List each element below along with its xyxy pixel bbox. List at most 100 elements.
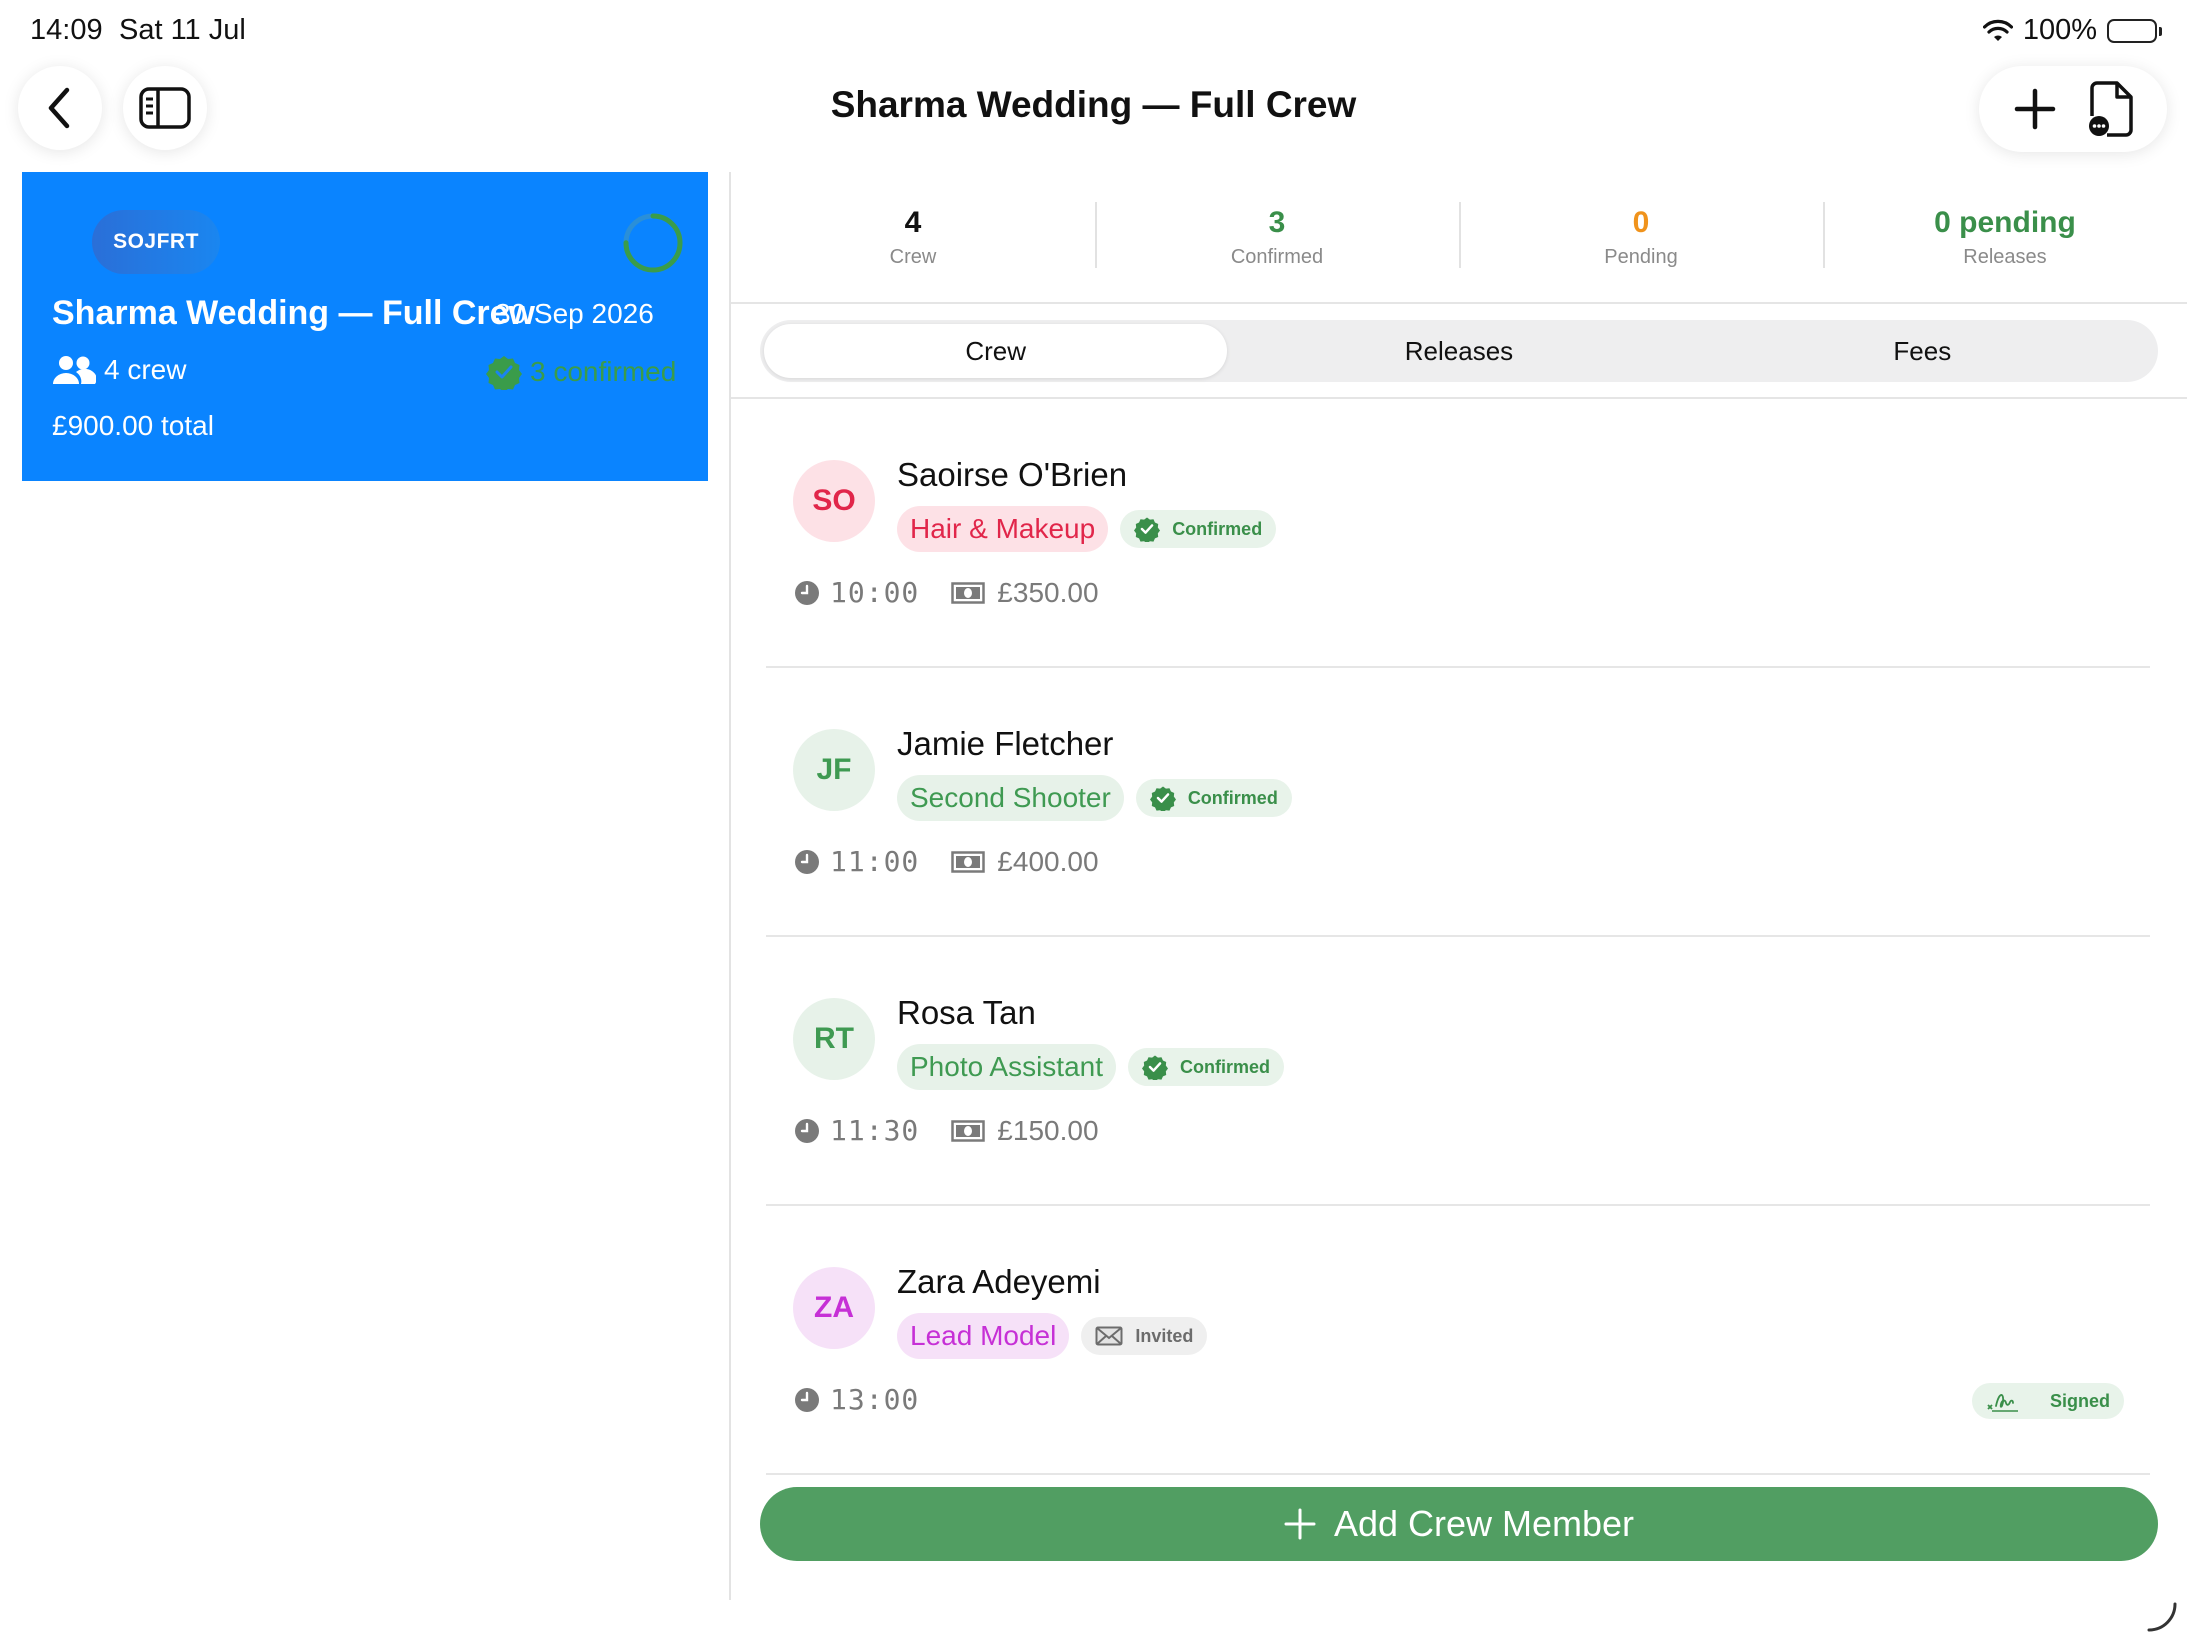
stat-value: 3 xyxy=(1268,205,1286,239)
stat-crew: 4 Crew xyxy=(731,172,1095,302)
status-badge-label: Confirmed xyxy=(1187,787,1278,808)
section-tabs: Crew Releases Fees xyxy=(760,320,2158,382)
add-crew-member-label: Add Crew Member xyxy=(1333,1503,1635,1544)
call-time: 11:30 xyxy=(830,1114,920,1147)
tab-releases[interactable]: Releases xyxy=(1227,324,1690,378)
stat-label: Pending xyxy=(1604,245,1678,268)
tab-fees[interactable]: Fees xyxy=(1691,324,2154,378)
status-badge: Confirmed xyxy=(1135,779,1292,817)
avatar: JF xyxy=(793,729,875,811)
crew-row[interactable]: ZA Zara Adeyemi Lead Model Invited 13:00… xyxy=(766,1207,2150,1475)
confirmation-progress-ring xyxy=(622,212,684,274)
signature-icon xyxy=(1986,1388,2020,1414)
crew-name: Zara Adeyemi xyxy=(897,1263,1101,1300)
split-divider xyxy=(729,172,731,1600)
add-crew-member-button[interactable]: Add Crew Member xyxy=(760,1487,2158,1561)
stat-label: Releases xyxy=(1963,245,2047,268)
event-crew-count: 4 crew xyxy=(52,354,186,386)
clock-icon xyxy=(794,849,820,875)
avatar: SO xyxy=(793,460,875,542)
crew-name: Saoirse O'Brien xyxy=(897,456,1128,493)
crew-tags: Lead Model Invited xyxy=(897,1313,1208,1359)
avatar: ZA xyxy=(793,1267,875,1349)
event-total: £900.00 total xyxy=(52,410,214,441)
stat-label: Crew xyxy=(889,245,937,268)
envelope-icon xyxy=(1095,1326,1123,1346)
status-badge-label: Confirmed xyxy=(1180,1056,1271,1077)
stat-pending: 0 Pending xyxy=(1459,172,1823,302)
crew-initials-badge: SOJFRT xyxy=(92,210,220,274)
avatar: RT xyxy=(793,998,875,1080)
release-status-label: Signed xyxy=(2049,1390,2110,1411)
tab-crew[interactable]: Crew xyxy=(764,324,1228,378)
crew-tags: Photo Assistant Confirmed xyxy=(897,1044,1285,1090)
stat-value: 0 xyxy=(1632,205,1650,239)
stat-value: 4 xyxy=(904,205,922,239)
plus-icon xyxy=(1284,1508,1316,1540)
banknote-icon xyxy=(951,850,986,873)
crew-row[interactable]: JF Jamie Fletcher Second Shooter Confirm… xyxy=(766,669,2150,937)
verified-badge-icon xyxy=(1149,785,1176,811)
stat-label: Confirmed xyxy=(1230,245,1324,268)
event-date: 30 Sep 2026 xyxy=(495,298,654,329)
status-badge: Confirmed xyxy=(1120,510,1277,548)
status-badge-label: Confirmed xyxy=(1172,518,1263,539)
crew-meta: 11:30 £150.00 xyxy=(794,1114,1099,1147)
status-indicators: 100% xyxy=(1982,14,2162,47)
status-badge: Invited xyxy=(1081,1317,1208,1355)
call-time: 10:00 xyxy=(830,576,920,609)
crew-fee: £350.00 xyxy=(997,576,1099,608)
clock-icon xyxy=(794,580,820,606)
crew-fee: £150.00 xyxy=(997,1114,1099,1146)
stat-value: 0 pending xyxy=(1934,205,2076,239)
crew-row[interactable]: RT Rosa Tan Photo Assistant Confirmed 11… xyxy=(766,938,2150,1206)
battery-percent: 100% xyxy=(2022,14,2097,46)
event-card-selected[interactable]: SOJFRT Sharma Wedding — Full Crew 30 Sep… xyxy=(22,172,708,481)
status-badge: Confirmed xyxy=(1128,1048,1285,1086)
clock-icon xyxy=(794,1118,820,1144)
crew-tags: Hair & Makeup Confirmed xyxy=(897,506,1277,552)
event-confirmed-label: 3 confirmed xyxy=(530,356,677,387)
crew-meta: 13:00 xyxy=(794,1383,919,1416)
status-date: Sat 11 Jul xyxy=(119,14,246,46)
call-time: 11:00 xyxy=(830,845,920,878)
add-button[interactable] xyxy=(2005,79,2065,139)
status-badge-label: Invited xyxy=(1135,1325,1194,1346)
event-crew-label: 4 crew xyxy=(104,354,187,385)
people-icon xyxy=(52,354,96,386)
role-tag: Second Shooter xyxy=(897,775,1124,821)
event-title: Sharma Wedding — Full Crew xyxy=(52,294,535,332)
event-confirmed-count: 3 confirmed xyxy=(486,354,676,390)
status-time: 14:09 xyxy=(30,14,103,46)
stat-releases: 0 pending Releases xyxy=(1823,172,2187,302)
crew-row[interactable]: SO Saoirse O'Brien Hair & Makeup Confirm… xyxy=(766,400,2150,668)
call-time: 13:00 xyxy=(830,1383,920,1416)
crew-meta: 11:00 £400.00 xyxy=(794,845,1099,878)
verified-badge-icon xyxy=(1142,1054,1169,1080)
release-status-badge: Signed xyxy=(1971,1383,2124,1419)
banknote-icon xyxy=(951,581,986,604)
crew-tags: Second Shooter Confirmed xyxy=(897,775,1292,821)
stats-divider xyxy=(731,302,2187,304)
crew-name: Jamie Fletcher xyxy=(897,725,1114,762)
toolbar-actions xyxy=(1979,66,2167,152)
role-tag: Lead Model xyxy=(897,1313,1070,1359)
clock-icon xyxy=(794,1387,820,1413)
crew-name: Rosa Tan xyxy=(897,994,1036,1031)
crew-meta: 10:00 £350.00 xyxy=(794,576,1099,609)
role-tag: Hair & Makeup xyxy=(897,506,1109,552)
tabs-divider xyxy=(731,397,2187,399)
plus-icon xyxy=(2014,88,2056,130)
stat-confirmed: 3 Confirmed xyxy=(1095,172,1459,302)
wifi-icon xyxy=(1982,19,2013,43)
document-more-icon xyxy=(2087,80,2135,138)
banknote-icon xyxy=(951,1119,986,1142)
page-title: Sharma Wedding — Full Crew xyxy=(830,84,1357,125)
window-resize-handle[interactable] xyxy=(2145,1600,2179,1634)
verified-badge-icon xyxy=(1134,516,1161,542)
stats-summary: 4 Crew 3 Confirmed 0 Pending 0 pending R… xyxy=(731,172,2187,302)
verified-badge-icon xyxy=(486,354,522,390)
battery-icon xyxy=(2107,18,2162,43)
document-menu-button[interactable] xyxy=(2081,79,2141,139)
crew-fee: £400.00 xyxy=(997,845,1099,877)
